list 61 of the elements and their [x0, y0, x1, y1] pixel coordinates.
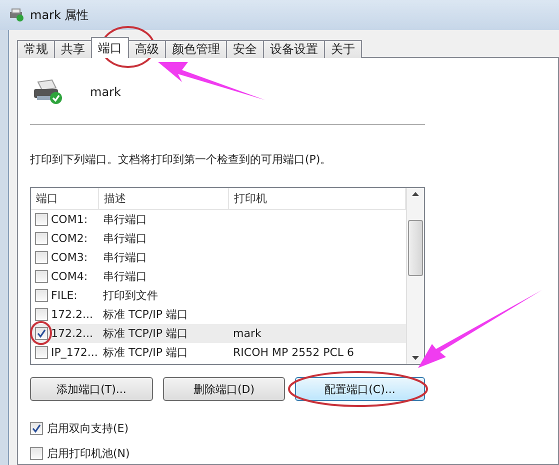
- tab[interactable]: 端口: [91, 37, 129, 58]
- checkbox[interactable]: [35, 346, 48, 359]
- checkbox[interactable]: [35, 213, 48, 226]
- tab[interactable]: 设备设置: [263, 40, 325, 58]
- port-row[interactable]: 172.2... 标准 TCP/IP 端口: [31, 305, 406, 324]
- printer-icon: [8, 8, 24, 22]
- port-description: 标准 TCP/IP 端口: [103, 326, 188, 341]
- option-label: 启用打印机池(N): [47, 446, 130, 461]
- highlight-circle: [30, 321, 52, 345]
- tab[interactable]: 常规: [17, 40, 55, 58]
- tab[interactable]: 关于: [324, 40, 362, 58]
- port-row[interactable]: IP_172... 标准 TCP/IP 端口 RICOH MP 2552 PCL 6: [31, 343, 406, 362]
- scrollbar[interactable]: [406, 188, 424, 364]
- instruction-text: 打印到下列端口。文档将打印到第一个检查到的可用端口(P)。: [30, 152, 332, 167]
- column-header[interactable]: 描述: [99, 188, 229, 209]
- port-name: FILE:: [51, 289, 78, 302]
- port-description: 串行端口: [103, 231, 147, 246]
- printer-icon: [32, 78, 64, 106]
- port-row[interactable]: 172.2... 标准 TCP/IP 端口 mark: [31, 324, 406, 343]
- printer-cell: mark: [233, 327, 262, 340]
- checkbox[interactable]: [30, 447, 43, 460]
- port-name: COM4:: [51, 270, 88, 283]
- tab[interactable]: 共享: [54, 40, 92, 58]
- checkbox[interactable]: [35, 232, 48, 245]
- column-header[interactable]: 端口: [31, 188, 99, 209]
- port-button[interactable]: 删除端口(D): [163, 377, 285, 401]
- port-name: COM3:: [51, 251, 88, 264]
- tab[interactable]: 安全: [226, 40, 264, 58]
- tab[interactable]: 高级: [128, 40, 166, 58]
- port-name: IP_172...: [51, 346, 98, 359]
- port-name: COM1:: [51, 213, 88, 226]
- checkbox[interactable]: [35, 327, 48, 340]
- port-description: 串行端口: [103, 250, 147, 265]
- port-row[interactable]: COM2: 串行端口: [31, 229, 406, 248]
- port-description: 串行端口: [103, 269, 147, 284]
- port-name: 172.2...: [51, 327, 93, 340]
- scroll-thumb[interactable]: [408, 220, 423, 276]
- checkbox[interactable]: [35, 308, 48, 321]
- checkbox[interactable]: [35, 251, 48, 264]
- port-description: 标准 TCP/IP 端口: [103, 345, 188, 360]
- checkbox[interactable]: [35, 289, 48, 302]
- port-row[interactable]: COM1: 串行端口: [31, 210, 406, 229]
- port-button[interactable]: 添加端口(T)...: [30, 377, 153, 401]
- option-label: 启用双向支持(E): [47, 421, 129, 436]
- port-button[interactable]: 配置端口(C)...: [295, 377, 425, 401]
- tab[interactable]: 颜色管理: [165, 40, 227, 58]
- printer-cell: RICOH MP 2552 PCL 6: [233, 346, 354, 359]
- printer-name: mark: [90, 85, 121, 99]
- port-name: COM2:: [51, 232, 88, 245]
- scroll-up-icon[interactable]: [412, 192, 419, 196]
- port-name: 172.2...: [51, 308, 93, 321]
- window-title: mark 属性: [30, 6, 89, 24]
- checkbox[interactable]: [35, 270, 48, 283]
- checkbox[interactable]: [30, 422, 43, 435]
- port-description: 打印到文件: [103, 288, 158, 303]
- port-description: 标准 TCP/IP 端口: [103, 307, 188, 322]
- scroll-down-icon[interactable]: [412, 356, 419, 360]
- port-row[interactable]: COM3: 串行端口: [31, 248, 406, 267]
- port-description: 串行端口: [103, 212, 147, 227]
- port-row[interactable]: COM4: 串行端口: [31, 267, 406, 286]
- port-row[interactable]: FILE: 打印到文件: [31, 286, 406, 305]
